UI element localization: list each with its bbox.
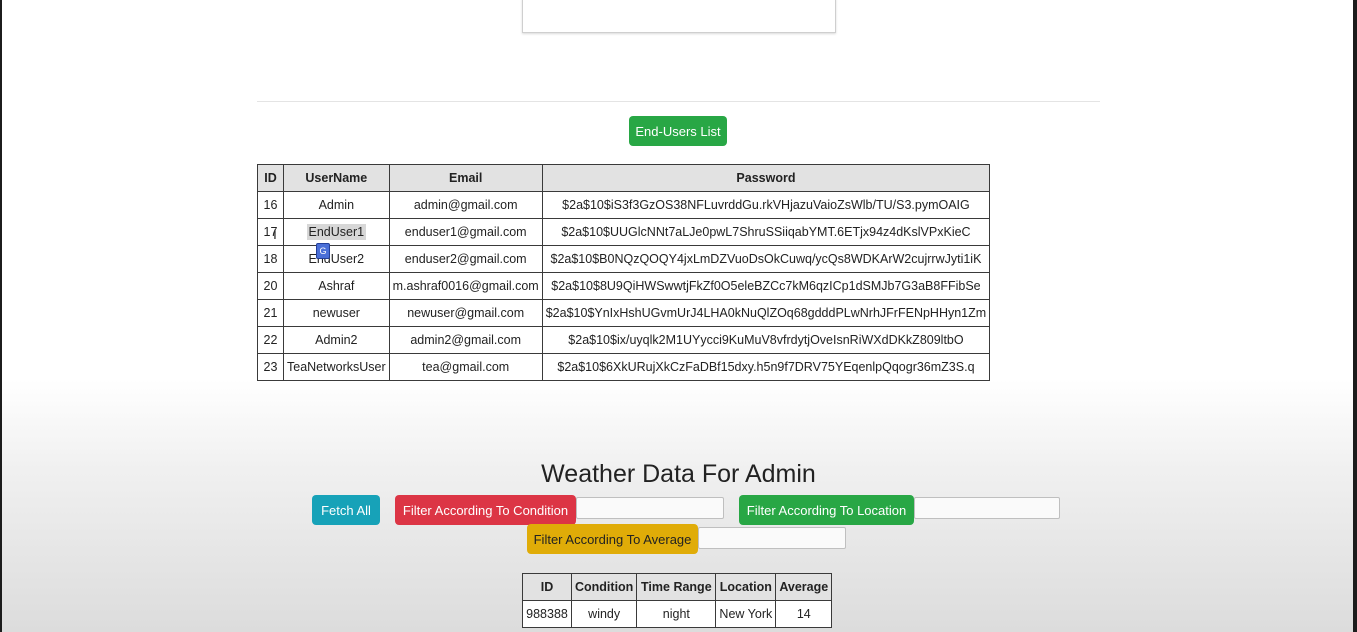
cell-password: $2a$10$YnIxHshUGvmUrJ4LHA0kNuQlZOq68gddd… bbox=[541, 299, 991, 327]
fetch-all-button[interactable]: Fetch All bbox=[312, 495, 380, 525]
cell-email: admin@gmail.com bbox=[388, 191, 543, 219]
cell-password: $2a$10$UUGlcNNt7aLJe0pwL7ShruSSiiqabYMT.… bbox=[541, 218, 991, 246]
cell-location: New York bbox=[715, 600, 777, 628]
cell-email: admin2@gmail.com bbox=[388, 326, 543, 354]
cell-email: tea@gmail.com bbox=[388, 353, 543, 381]
cell-username: Admin2 bbox=[283, 326, 390, 354]
location-input[interactable] bbox=[914, 497, 1060, 519]
condition-input[interactable] bbox=[576, 497, 724, 519]
average-input[interactable] bbox=[698, 527, 846, 549]
col-header-password: Password bbox=[541, 164, 991, 192]
cell-email: m.ashraf0016@gmail.com bbox=[388, 272, 543, 300]
cell-password: $2a$10$8U9QiHWSwwtjFkZf0O5eleBZCc7kM6qzI… bbox=[541, 272, 991, 300]
cell-password: $2a$10$iS3f3GzOS38NFLuvrddGu.rkVHjazuVai… bbox=[541, 191, 991, 219]
table-row: 16 Admin admin@gmail.com $2a$10$iS3f3GzO… bbox=[257, 191, 991, 219]
cell-time-range: night bbox=[636, 600, 717, 628]
cell-average: 14 bbox=[775, 600, 833, 628]
cell-password: $2a$10$B0NQzQOQY4jxLmDZVuoDsOkCuwq/ycQs8… bbox=[541, 245, 991, 273]
window-left-edge bbox=[0, 0, 2, 632]
cell-id: 23 bbox=[257, 353, 284, 381]
window-right-edge bbox=[1353, 0, 1357, 632]
table-row: 21 newuser newuser@gmail.com $2a$10$YnIx… bbox=[257, 299, 991, 327]
col-header-time-range: Time Range bbox=[636, 573, 717, 601]
cell-password: $2a$10$6XkURujXkCzFaDBf15dxy.h5n9f7DRV75… bbox=[541, 353, 991, 381]
col-header-id: ID bbox=[257, 164, 284, 192]
page-title: Weather Data For Admin bbox=[541, 460, 816, 488]
cell-username: EndUser2 bbox=[283, 245, 390, 273]
cell-id: 988388 bbox=[522, 600, 572, 628]
cell-id: 22 bbox=[257, 326, 284, 354]
col-header-average: Average bbox=[775, 573, 833, 601]
cell-username: TeaNetworksUser bbox=[283, 353, 390, 381]
col-header-condition: Condition bbox=[570, 573, 638, 601]
cell-username: Ashraf bbox=[283, 272, 390, 300]
text-cursor-icon: I bbox=[273, 226, 277, 242]
cell-email: newuser@gmail.com bbox=[388, 299, 543, 327]
drag-indicator-icon: G bbox=[316, 243, 330, 259]
col-header-id: ID bbox=[522, 573, 572, 601]
table-row: 17 EndUser1 enduser1@gmail.com $2a$10$UU… bbox=[257, 218, 991, 246]
users-table: ID UserName Email Password 16 Admin admi… bbox=[257, 164, 991, 381]
weather-table-header-row: ID Condition Time Range Location Average bbox=[522, 573, 833, 601]
cell-username[interactable]: EndUser1 bbox=[283, 218, 390, 246]
end-users-list-button[interactable]: End-Users List bbox=[629, 116, 727, 146]
filter-average-button[interactable]: Filter According To Average bbox=[527, 524, 698, 554]
cell-username: newuser bbox=[283, 299, 390, 327]
cell-email: enduser2@gmail.com bbox=[388, 245, 543, 273]
col-header-email: Email bbox=[388, 164, 543, 192]
table-row: 22 Admin2 admin2@gmail.com $2a$10$ix/uyq… bbox=[257, 326, 991, 354]
filter-condition-button[interactable]: Filter According To Condition bbox=[395, 495, 576, 525]
cell-id: 18 bbox=[257, 245, 284, 273]
weather-table: ID Condition Time Range Location Average… bbox=[522, 573, 833, 628]
table-row: 20 Ashraf m.ashraf0016@gmail.com $2a$10$… bbox=[257, 272, 991, 300]
cell-email: enduser1@gmail.com bbox=[388, 218, 543, 246]
col-header-location: Location bbox=[715, 573, 777, 601]
table-row: 988388 windy night New York 14 bbox=[522, 600, 833, 628]
cell-id: 20 bbox=[257, 272, 284, 300]
col-header-username: UserName bbox=[283, 164, 390, 192]
selected-text[interactable]: EndUser1 bbox=[306, 224, 367, 240]
cell-password: $2a$10$ix/uyqlk2M1UYycci9KuMuV8vfrdytjOv… bbox=[541, 326, 991, 354]
section-divider bbox=[257, 101, 1100, 102]
filter-location-button[interactable]: Filter According To Location bbox=[739, 495, 914, 525]
table-row: 18 EndUser2 enduser2@gmail.com $2a$10$B0… bbox=[257, 245, 991, 273]
top-panel bbox=[522, 0, 836, 33]
cell-id: 21 bbox=[257, 299, 284, 327]
users-table-header-row: ID UserName Email Password bbox=[257, 164, 991, 192]
cell-condition: windy bbox=[570, 600, 638, 628]
cell-id: 17 bbox=[257, 218, 284, 246]
cell-id: 16 bbox=[257, 191, 284, 219]
table-row: 23 TeaNetworksUser tea@gmail.com $2a$10$… bbox=[257, 353, 991, 381]
cell-username: Admin bbox=[283, 191, 390, 219]
